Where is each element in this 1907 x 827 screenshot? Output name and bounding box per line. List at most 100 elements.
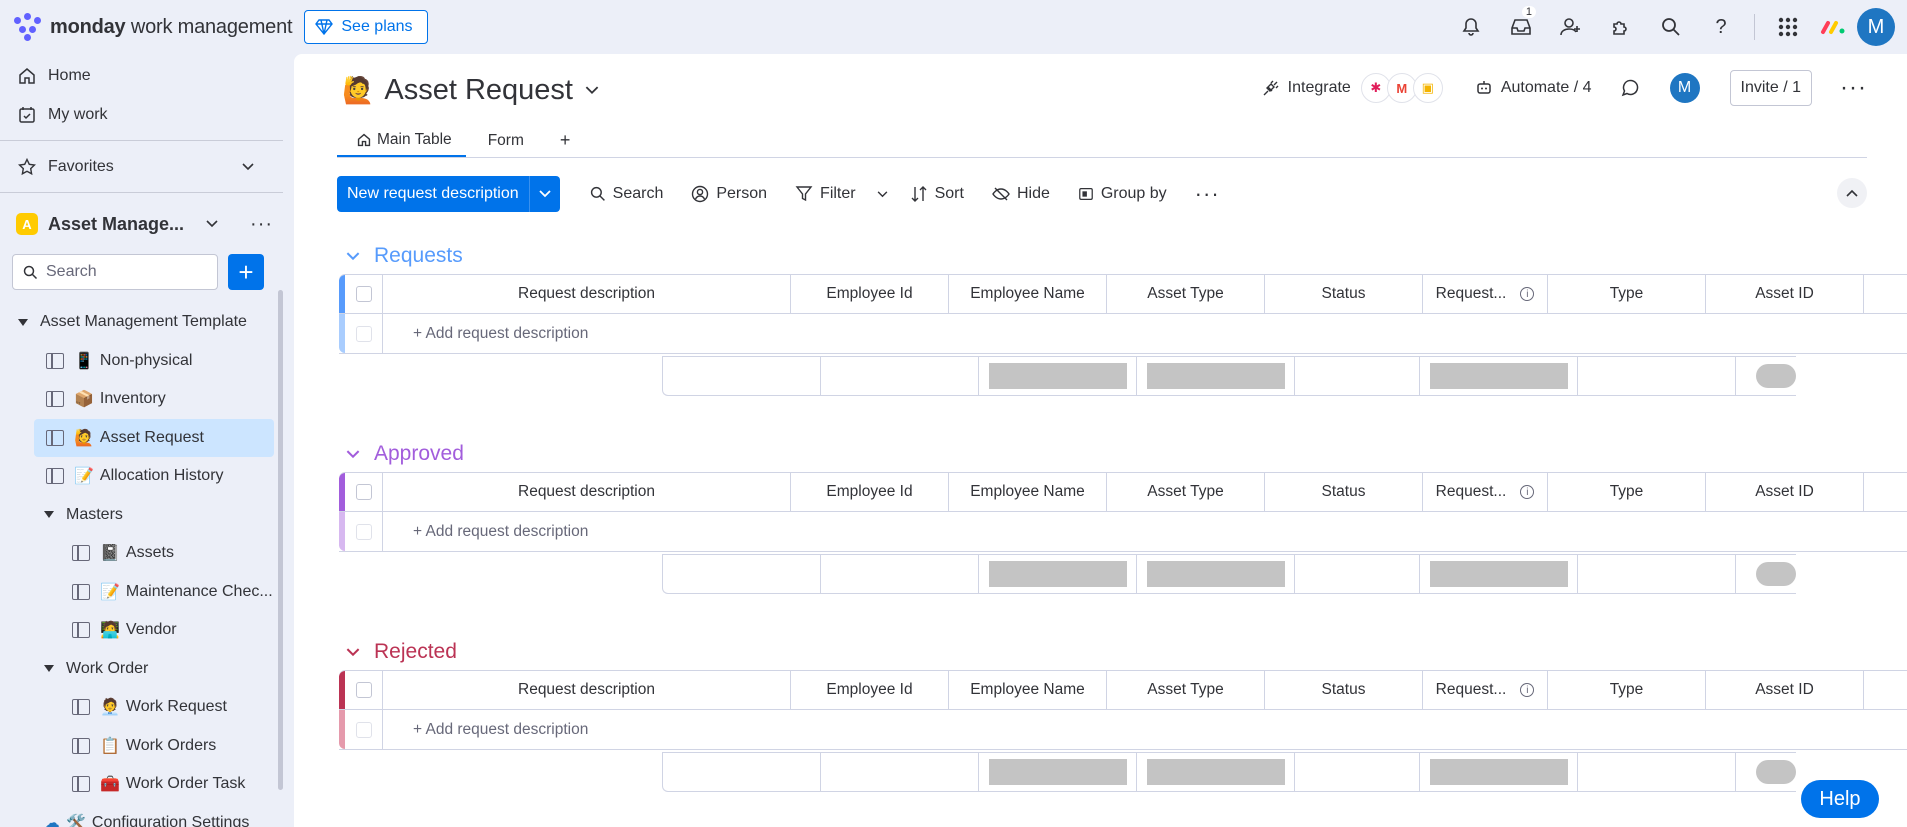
sidebar-item-non-physical[interactable]: 📱 Non-physical: [0, 342, 283, 381]
info-icon[interactable]: i: [1520, 485, 1535, 499]
column-header[interactable]: Employee Id: [791, 671, 949, 709]
toolbar-person-button[interactable]: Person: [691, 185, 767, 203]
group-title[interactable]: Requests: [346, 244, 463, 268]
chevron-down-icon[interactable]: [877, 190, 888, 198]
tree-root-folder[interactable]: Asset Management Template: [0, 303, 283, 342]
board-member-avatar[interactable]: M: [1669, 73, 1700, 103]
updates-comment-icon[interactable]: [1620, 70, 1640, 106]
column-header[interactable]: Asset Type: [1107, 671, 1265, 709]
group-title[interactable]: Approved: [346, 442, 464, 466]
column-header[interactable]: Request... i: [1423, 671, 1548, 709]
toolbar-sort-button[interactable]: Sort: [910, 185, 964, 203]
invite-button[interactable]: Invite / 1: [1729, 70, 1813, 106]
chevron-down-icon[interactable]: [346, 251, 360, 261]
sidebar-item-assets[interactable]: 📓 Assets: [0, 534, 283, 573]
automate-button[interactable]: Automate / 4: [1475, 70, 1592, 106]
sidebar-item-work-request[interactable]: 🧑‍💼 Work Request: [0, 688, 283, 727]
add-item-input[interactable]: + Add request description: [383, 314, 1783, 353]
column-header[interactable]: Request... i: [1423, 275, 1548, 313]
column-header[interactable]: Type: [1548, 671, 1706, 709]
monday-logo[interactable]: monday work management: [14, 13, 293, 41]
toolbar-filter-button[interactable]: Filter: [795, 185, 888, 203]
integrate-button[interactable]: Integrate ✱ M ▣: [1262, 70, 1443, 106]
sidebar-item-asset-request[interactable]: 🙋 Asset Request: [34, 418, 274, 457]
column-header[interactable]: Request... i: [1423, 473, 1548, 511]
select-all-checkbox[interactable]: [355, 484, 372, 500]
add-column-cell[interactable]: [1864, 275, 1907, 313]
folder-masters[interactable]: Masters: [0, 496, 283, 535]
tab-form[interactable]: Form: [466, 124, 538, 157]
page-title[interactable]: Asset Request: [384, 74, 573, 107]
sidebar-item-favorites[interactable]: Favorites: [0, 147, 283, 186]
search-icon[interactable]: [1646, 0, 1696, 54]
column-header[interactable]: Status: [1265, 473, 1423, 511]
add-item-input[interactable]: + Add request description: [383, 512, 1783, 551]
sidebar-item-inventory[interactable]: 📦 Inventory: [0, 380, 283, 419]
column-header[interactable]: Request description: [383, 671, 791, 709]
column-header[interactable]: Status: [1265, 275, 1423, 313]
toolbar-group-by-button[interactable]: Group by: [1078, 185, 1167, 203]
sidebar-item-maintenance-checklist[interactable]: 📝 Maintenance Chec...: [0, 573, 283, 612]
select-all-checkbox-cell[interactable]: [345, 473, 383, 511]
sidebar-item-vendor[interactable]: 🧑‍💻 Vendor: [0, 611, 283, 650]
add-view-button[interactable]: +: [538, 124, 585, 157]
add-board-button[interactable]: +: [228, 254, 264, 290]
column-header[interactable]: Employee Id: [791, 275, 949, 313]
chevron-down-icon[interactable]: [346, 647, 360, 657]
help-question-icon[interactable]: ?: [1696, 0, 1746, 54]
folder-work-order[interactable]: Work Order: [0, 650, 283, 689]
workspace-selector[interactable]: A Asset Manage... ···: [0, 199, 283, 249]
sidebar-item-allocation-history[interactable]: 📝 Allocation History: [0, 457, 283, 496]
app-grid-icon[interactable]: [1763, 0, 1813, 54]
sidebar-item-work-orders[interactable]: 📋 Work Orders: [0, 727, 283, 766]
workspace-more-icon[interactable]: ···: [250, 213, 273, 236]
sidebar-item-work-order-task[interactable]: 🧰 Work Order Task: [0, 765, 283, 804]
info-icon[interactable]: i: [1520, 287, 1535, 301]
sidebar-scrollbar[interactable]: [278, 290, 283, 790]
toolbar-search-button[interactable]: Search: [590, 185, 663, 203]
help-button[interactable]: Help: [1801, 780, 1879, 818]
toolbar-hide-button[interactable]: Hide: [992, 185, 1050, 203]
column-header[interactable]: Status: [1265, 671, 1423, 709]
new-item-button[interactable]: New request description: [337, 176, 560, 212]
column-header[interactable]: Asset ID: [1706, 275, 1864, 313]
select-all-checkbox-cell[interactable]: [345, 671, 383, 709]
chevron-down-icon[interactable]: [346, 449, 360, 459]
select-all-checkbox-cell[interactable]: [345, 275, 383, 313]
column-header[interactable]: Asset Type: [1107, 473, 1265, 511]
collapse-header-button[interactable]: [1837, 178, 1867, 208]
monday-brand-icon[interactable]: [1813, 0, 1853, 54]
column-header[interactable]: Employee Id: [791, 473, 949, 511]
select-all-checkbox[interactable]: [355, 682, 372, 698]
column-header[interactable]: Type: [1548, 275, 1706, 313]
chevron-down-icon[interactable]: [530, 176, 560, 212]
select-all-checkbox[interactable]: [355, 286, 372, 302]
apps-puzzle-icon[interactable]: [1596, 0, 1646, 54]
column-header[interactable]: Employee Name: [949, 275, 1107, 313]
add-column-cell[interactable]: [1864, 671, 1907, 709]
notifications-bell-icon[interactable]: [1446, 0, 1496, 54]
sidebar-item-configuration-settings[interactable]: ☁ 🛠️ Configuration Settings: [0, 804, 283, 827]
chevron-down-icon[interactable]: [206, 220, 218, 228]
add-item-input[interactable]: + Add request description: [383, 710, 1783, 749]
column-header[interactable]: Employee Name: [949, 671, 1107, 709]
column-header[interactable]: Asset ID: [1706, 671, 1864, 709]
column-header[interactable]: Employee Name: [949, 473, 1107, 511]
add-column-cell[interactable]: [1864, 473, 1907, 511]
sidebar-item-my-work[interactable]: My work: [0, 95, 283, 134]
invite-members-icon[interactable]: [1546, 0, 1596, 54]
see-plans-button[interactable]: See plans: [304, 10, 428, 44]
user-avatar[interactable]: M: [1857, 8, 1895, 46]
column-header[interactable]: Asset ID: [1706, 473, 1864, 511]
tab-main-table[interactable]: Main Table: [337, 124, 466, 157]
group-title[interactable]: Rejected: [346, 640, 457, 664]
column-header[interactable]: Asset Type: [1107, 275, 1265, 313]
column-header[interactable]: Type: [1548, 473, 1706, 511]
toolbar-more-icon[interactable]: ···: [1195, 181, 1220, 207]
board-more-icon[interactable]: ···: [1840, 74, 1867, 102]
inbox-icon[interactable]: 1: [1496, 0, 1546, 54]
chevron-down-icon[interactable]: [585, 86, 599, 95]
info-icon[interactable]: i: [1520, 683, 1535, 697]
sidebar-item-home[interactable]: Home: [0, 56, 283, 95]
sidebar-search-input[interactable]: Search: [12, 254, 218, 290]
